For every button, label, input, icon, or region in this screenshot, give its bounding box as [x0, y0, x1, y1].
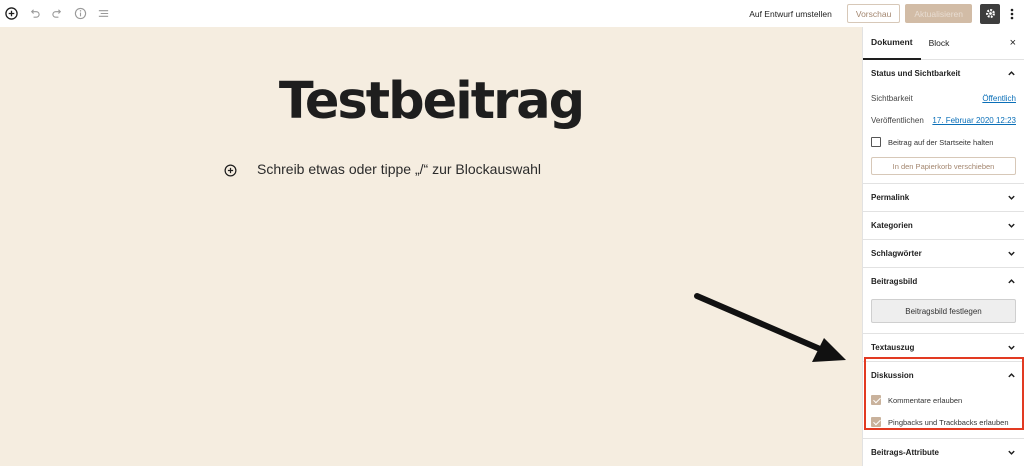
allow-comments-row: Kommentare erlauben — [863, 389, 1024, 411]
panel-title: Status und Sichtbarkeit — [871, 69, 961, 78]
panel-toggle-categories[interactable]: Kategorien — [863, 212, 1024, 239]
panel-title: Kategorien — [871, 221, 913, 230]
switch-to-draft-link[interactable]: Auf Entwurf umstellen — [749, 9, 832, 19]
panel-toggle-excerpt[interactable]: Textauszug — [863, 334, 1024, 361]
chevron-up-icon — [1008, 279, 1015, 284]
settings-sidebar: Dokument Block × Status und Sichtbarkeit… — [862, 27, 1024, 466]
panel-title: Permalink — [871, 193, 910, 202]
allow-pingbacks-checkbox[interactable] — [871, 417, 881, 427]
allow-pingbacks-label: Pingbacks und Trackbacks erlauben — [888, 417, 1009, 427]
sticky-label: Beitrag auf der Startseite halten — [888, 137, 994, 147]
info-icon[interactable] — [73, 7, 87, 21]
move-to-trash-button[interactable]: In den Papierkorb verschieben — [871, 157, 1016, 175]
sticky-checkbox[interactable] — [871, 137, 881, 147]
set-featured-image-button[interactable]: Beitragsbild festlegen — [871, 299, 1016, 323]
chevron-up-icon — [1008, 373, 1015, 378]
tab-document[interactable]: Dokument — [863, 27, 921, 60]
editor-canvas: Testbeitrag Schreib etwas oder tippe „/“… — [0, 27, 862, 466]
panel-title: Beitragsbild — [871, 277, 918, 286]
publish-label: Veröffentlichen — [871, 115, 924, 125]
panel-title: Textauszug — [871, 343, 915, 352]
publish-row: Veröffentlichen 17. Februar 2020 12:23 — [863, 109, 1024, 131]
visibility-link[interactable]: Öffentlich — [982, 94, 1016, 103]
more-menu-button[interactable] — [1006, 4, 1018, 24]
toolbar-right: Auf Entwurf umstellen Vorschau Aktualisi… — [749, 0, 1018, 27]
panel-status-visibility: Status und Sichtbarkeit Sichtbarkeit Öff… — [863, 60, 1024, 184]
undo-icon[interactable] — [27, 7, 41, 21]
gear-icon — [985, 9, 995, 18]
panel-post-attributes: Beitrags-Attribute — [863, 439, 1024, 466]
editor-toolbar: Auf Entwurf umstellen Vorschau Aktualisi… — [0, 0, 1024, 27]
chevron-down-icon — [1008, 450, 1015, 455]
publish-date-link[interactable]: 17. Februar 2020 12:23 — [932, 116, 1016, 125]
update-button[interactable]: Aktualisieren — [905, 4, 972, 23]
allow-comments-checkbox[interactable] — [871, 395, 881, 405]
allow-pingbacks-row: Pingbacks und Trackbacks erlauben — [863, 411, 1024, 433]
chevron-down-icon — [1008, 345, 1015, 350]
sticky-row: Beitrag auf der Startseite halten — [863, 131, 1024, 153]
chevron-down-icon — [1008, 223, 1015, 228]
sidebar-tabs: Dokument Block × — [863, 27, 1024, 60]
panel-excerpt: Textauszug — [863, 334, 1024, 362]
panel-permalink: Permalink — [863, 184, 1024, 212]
toolbar-left — [0, 7, 110, 21]
chevron-down-icon — [1008, 195, 1015, 200]
preview-button[interactable]: Vorschau — [846, 4, 901, 23]
tab-block[interactable]: Block — [921, 27, 958, 60]
panel-discussion: Diskussion Kommentare erlauben Pingbacks… — [863, 362, 1024, 439]
more-vertical-icon — [1010, 8, 1014, 19]
panel-featured-image: Beitragsbild Beitragsbild festlegen — [863, 268, 1024, 334]
list-view-icon[interactable] — [96, 7, 110, 21]
panel-tags: Schlagwörter — [863, 240, 1024, 268]
panel-toggle-tags[interactable]: Schlagwörter — [863, 240, 1024, 267]
panel-toggle-discussion[interactable]: Diskussion — [863, 362, 1024, 389]
panel-title: Schlagwörter — [871, 249, 922, 258]
chevron-up-icon — [1008, 71, 1015, 76]
close-icon[interactable]: × — [1010, 37, 1016, 49]
panel-title: Diskussion — [871, 371, 914, 380]
add-block-icon[interactable] — [4, 7, 18, 21]
visibility-label: Sichtbarkeit — [871, 93, 913, 103]
panel-toggle-permalink[interactable]: Permalink — [863, 184, 1024, 211]
panel-toggle-status[interactable]: Status und Sichtbarkeit — [863, 60, 1024, 87]
chevron-down-icon — [1008, 251, 1015, 256]
panel-toggle-featured-image[interactable]: Beitragsbild — [863, 268, 1024, 295]
panel-toggle-post-attributes[interactable]: Beitrags-Attribute — [863, 439, 1024, 466]
settings-button[interactable] — [980, 3, 1000, 24]
panel-categories: Kategorien — [863, 212, 1024, 240]
allow-comments-label: Kommentare erlauben — [888, 395, 963, 405]
annotation-arrow — [694, 293, 846, 362]
redo-icon[interactable] — [50, 7, 64, 21]
visibility-row: Sichtbarkeit Öffentlich — [863, 87, 1024, 109]
panel-title: Beitrags-Attribute — [871, 448, 940, 457]
